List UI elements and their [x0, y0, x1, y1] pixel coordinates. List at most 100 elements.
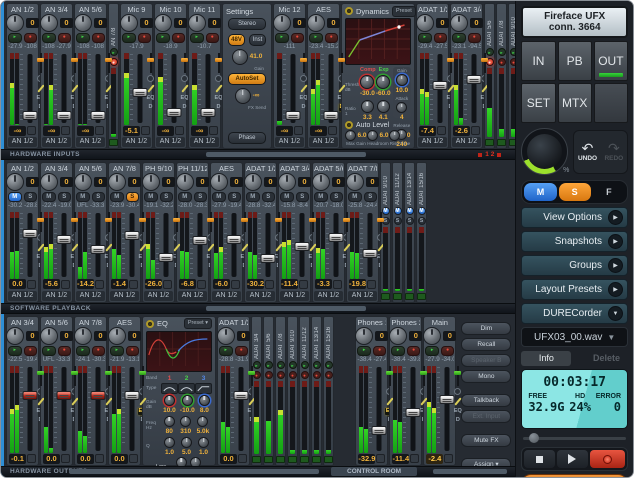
mini-slider-handle[interactable] — [215, 58, 222, 63]
eq-on-led[interactable] — [146, 319, 154, 328]
eq-knob[interactable] — [198, 436, 209, 448]
monitor-mute-fx-button[interactable]: Mute FX — [461, 433, 512, 447]
fader-handle[interactable] — [294, 241, 309, 251]
fader-track[interactable] — [56, 365, 71, 453]
mini-slider-handle[interactable] — [377, 217, 384, 222]
solo-button[interactable]: S — [91, 192, 105, 203]
pan-knob[interactable] — [355, 326, 374, 345]
mini-slider[interactable] — [275, 212, 282, 232]
info-button[interactable]: Info — [521, 350, 572, 366]
mini-slider-handle[interactable] — [105, 58, 112, 63]
monitor-ext-input-button[interactable]: Ext. Input — [461, 409, 512, 423]
fader-handle[interactable] — [56, 110, 71, 120]
fader-group-button[interactable]: F — [593, 183, 625, 201]
output-route[interactable]: AN 1/2 — [8, 137, 37, 148]
fader-track[interactable] — [328, 211, 343, 278]
fader-track[interactable] — [124, 211, 139, 278]
collapsed-channel-strip[interactable]: ADAT 15/16 M S — [416, 162, 427, 303]
band-type-button[interactable] — [195, 382, 212, 394]
link-button[interactable] — [27, 454, 36, 464]
mini-slider[interactable] — [215, 53, 222, 73]
pan-knob[interactable] — [176, 173, 194, 192]
mini-slider-handle[interactable] — [37, 370, 44, 375]
pan-knob[interactable] — [108, 326, 126, 345]
record-arm-button[interactable]: ● — [372, 345, 387, 356]
record-arm-button[interactable]: ● — [324, 33, 338, 43]
fader-track[interactable] — [260, 211, 275, 278]
link-button[interactable] — [95, 454, 104, 464]
record-arm-button[interactable]: ● — [205, 33, 219, 43]
mini-slider-handle[interactable] — [37, 58, 44, 63]
mini-slider-handle[interactable] — [447, 58, 454, 63]
solo-button[interactable]: S — [405, 217, 414, 226]
mini-slider[interactable] — [386, 366, 394, 386]
fx-play-button[interactable]: ▸ — [288, 360, 297, 369]
mini-slider[interactable] — [139, 212, 146, 232]
pan-knob[interactable] — [154, 14, 172, 32]
collapsed-channel-strip[interactable]: ADAT 9/10 M S — [380, 162, 391, 303]
mini-slider[interactable] — [71, 53, 78, 73]
fader-handle[interactable] — [90, 110, 105, 120]
nav-in-button[interactable]: IN — [521, 41, 556, 81]
mini-slider-handle[interactable] — [173, 217, 180, 222]
eq-knob[interactable] — [197, 415, 209, 427]
pan-knob[interactable] — [142, 173, 160, 192]
fx-send-knob[interactable] — [234, 88, 251, 104]
fader-track[interactable] — [226, 211, 241, 278]
record-arm-button[interactable]: ● — [91, 33, 105, 43]
link-button[interactable] — [437, 126, 446, 136]
record-arm-button[interactable]: ● — [57, 345, 71, 356]
fader-handle[interactable] — [124, 390, 139, 400]
fader-track[interactable] — [132, 52, 147, 125]
record-arm-button[interactable]: ● — [276, 370, 285, 379]
eq-knob[interactable] — [180, 415, 192, 427]
mini-slider[interactable] — [343, 212, 350, 232]
fader-handle[interactable] — [323, 110, 338, 120]
mini-slider[interactable] — [420, 366, 428, 386]
link-button[interactable] — [209, 126, 218, 136]
fx-play-button[interactable]: ▸ — [190, 33, 204, 43]
monitor-assign-button[interactable]: Assign ▾ — [461, 457, 512, 467]
mini-slider[interactable] — [454, 366, 462, 386]
fader-handle[interactable] — [22, 110, 37, 120]
monitor-dim-button[interactable]: Dim — [461, 321, 512, 335]
row-scrollbar[interactable] — [206, 152, 366, 158]
mini-slider-handle[interactable] — [71, 217, 78, 222]
cue-button[interactable] — [147, 75, 154, 82]
mini-slider-handle[interactable] — [343, 217, 350, 222]
pan-knob[interactable] — [40, 326, 58, 345]
play-button[interactable] — [557, 450, 588, 468]
solo-button[interactable]: S — [417, 217, 426, 226]
dynamics-preset-dropdown[interactable]: Preset ▾ — [391, 5, 416, 23]
cue-button[interactable] — [181, 75, 188, 82]
mini-slider[interactable] — [71, 366, 78, 386]
output-route[interactable]: AN 1/2 — [144, 290, 173, 301]
mini-slider[interactable] — [181, 53, 188, 73]
output-route[interactable]: AN 1/2 — [76, 290, 105, 301]
solo-button[interactable]: S — [125, 192, 139, 203]
section-snapshots[interactable]: Snapshots ▶ — [521, 231, 628, 252]
record-arm-button[interactable]: ● — [406, 345, 421, 356]
fader-handle[interactable] — [432, 81, 447, 91]
solo-button[interactable]: S — [159, 192, 173, 203]
fader-track[interactable] — [22, 365, 37, 453]
fx-play-button[interactable]: ▸ — [418, 33, 432, 43]
dynamics-indicator[interactable]: D — [148, 104, 154, 111]
record-arm-button[interactable]: ● — [234, 345, 248, 356]
gain-knob[interactable] — [231, 49, 248, 65]
collapsed-channel-strip[interactable]: ADAT 3/4 ▸ ● — [251, 315, 262, 467]
link-button[interactable] — [231, 279, 240, 289]
channel-settings-wrench-icon[interactable] — [139, 397, 147, 406]
link-button[interactable] — [141, 126, 150, 136]
dynamics-indicator[interactable]: D — [216, 104, 222, 111]
fx-play-button[interactable]: ▸ — [76, 345, 90, 356]
nav-mtx-button[interactable]: MTX — [557, 83, 592, 123]
redo-button[interactable]: ↷ REDO — [601, 131, 627, 173]
solo-button[interactable]: S — [295, 192, 309, 203]
mini-slider-handle[interactable] — [139, 370, 146, 375]
chevron-right-icon[interactable]: ▶ — [608, 234, 623, 249]
fader-track[interactable] — [200, 52, 215, 125]
mute-button[interactable]: M — [144, 192, 158, 203]
mute-master-button[interactable]: M — [524, 183, 557, 201]
delete-button[interactable]: Delete — [593, 353, 620, 363]
